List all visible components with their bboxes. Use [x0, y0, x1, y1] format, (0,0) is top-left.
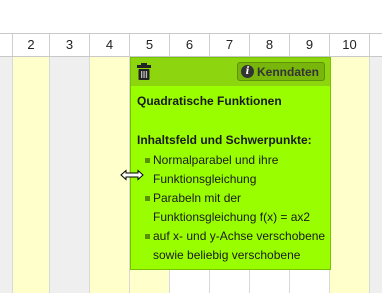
- column-header-10[interactable]: 10: [330, 34, 370, 56]
- column-header-6[interactable]: 6: [170, 34, 210, 56]
- card-toolbar: i Kenndaten: [131, 58, 330, 86]
- info-icon: i: [240, 65, 254, 78]
- column-body-1: [0, 57, 13, 293]
- column-header-5[interactable]: 5: [130, 34, 170, 56]
- resize-cursor-icon: [120, 169, 144, 181]
- column-header-spacer-end: [370, 34, 382, 56]
- list-item: Parabeln mit der Funktionsgleichung f(x)…: [137, 189, 329, 227]
- focus-list: Normalparabel und ihre Funktionsgleichun…: [137, 151, 329, 269]
- column-header-2[interactable]: 2: [13, 34, 50, 56]
- column-body-10: [330, 57, 370, 293]
- column-header-8[interactable]: 8: [250, 34, 290, 56]
- column-header-4[interactable]: 4: [90, 34, 130, 56]
- list-item: Normalparabel und ihre Funktionsgleichun…: [137, 151, 329, 189]
- column-header-3[interactable]: 3: [50, 34, 90, 56]
- column-header-spacer: [0, 34, 13, 56]
- card-title: Quadratische Funktionen: [137, 94, 282, 108]
- column-body-3: [50, 57, 90, 293]
- column-body-2: [13, 57, 50, 293]
- kenndaten-label: Kenndaten: [256, 64, 319, 79]
- column-header-9[interactable]: 9: [290, 34, 330, 56]
- trash-icon[interactable]: [137, 63, 151, 80]
- section-heading: Inhaltsfeld und Schwerpunkte:: [137, 133, 312, 147]
- column-body-11: [370, 57, 382, 293]
- card-content: Quadratische Funktionen Inhaltsfeld und …: [137, 91, 329, 269]
- list-item: auf x- und y-Achse verschobene sowie bel…: [137, 227, 329, 269]
- column-header-row: 2 3 4 5 6 7 8 9 10: [0, 33, 382, 57]
- kenndaten-button[interactable]: i Kenndaten: [236, 62, 325, 81]
- course-card[interactable]: i Kenndaten Quadratische Funktionen Inha…: [130, 57, 331, 270]
- column-header-7[interactable]: 7: [210, 34, 250, 56]
